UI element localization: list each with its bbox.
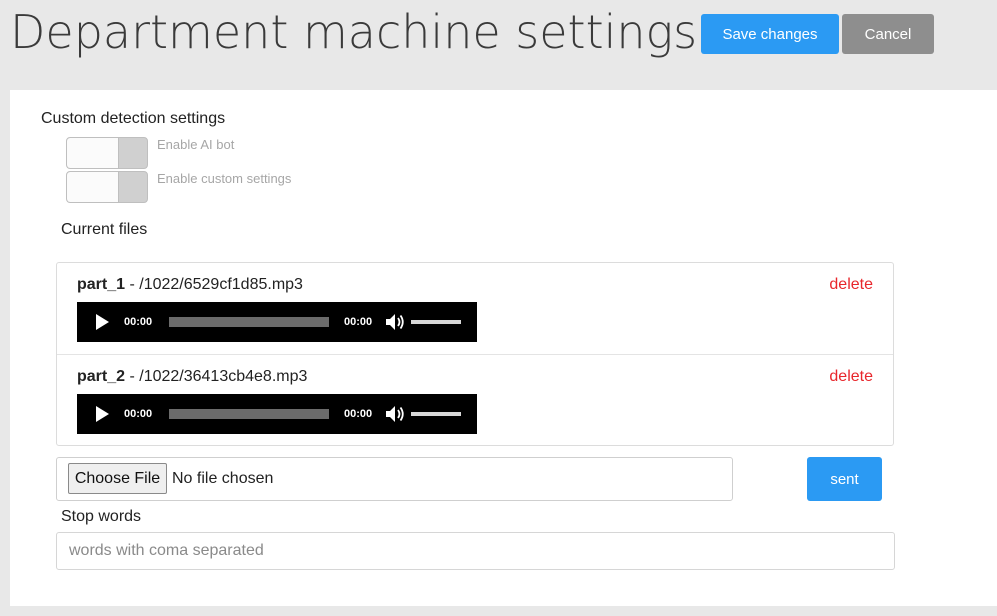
- play-icon[interactable]: [96, 406, 109, 422]
- file-status: No file chosen: [172, 470, 274, 487]
- play-icon[interactable]: [96, 314, 109, 330]
- file-label: part_1 - /1022/6529cf1d85.mp3: [77, 276, 303, 294]
- volume-slider[interactable]: [411, 320, 461, 324]
- file-name: part_2: [77, 368, 126, 385]
- volume-icon[interactable]: [385, 405, 405, 423]
- custom-settings-toggle-label: Enable custom settings: [157, 171, 292, 186]
- file-name: part_1: [77, 276, 126, 293]
- duration: 00:00: [344, 316, 373, 328]
- custom-settings-toggle[interactable]: [66, 171, 148, 203]
- page-title: Department machine settings: [10, 5, 698, 59]
- seek-bar[interactable]: [169, 409, 329, 419]
- ai-bot-toggle-label: Enable AI bot: [157, 137, 235, 152]
- file-item: part_1 - /1022/6529cf1d85.mp3 delete 00:…: [57, 263, 893, 355]
- current-time: 00:00: [124, 408, 153, 420]
- ai-bot-toggle[interactable]: [66, 137, 148, 169]
- choose-file-button[interactable]: Choose File: [68, 463, 167, 494]
- audio-player: 00:00 00:00: [77, 302, 477, 342]
- file-path: - /1022/36413cb4e8.mp3: [125, 368, 308, 385]
- toggle-knob: [67, 172, 119, 202]
- stop-words-input[interactable]: [56, 532, 895, 570]
- cancel-button[interactable]: Cancel: [842, 14, 934, 54]
- current-files-title: Current files: [61, 221, 148, 238]
- toggle-knob: [67, 138, 119, 168]
- file-label: part_2 - /1022/36413cb4e8.mp3: [77, 368, 307, 386]
- save-changes-button[interactable]: Save changes: [701, 14, 839, 54]
- file-upload-field: Choose File No file chosen: [56, 457, 733, 501]
- duration: 00:00: [344, 408, 373, 420]
- delete-link[interactable]: delete: [829, 368, 873, 386]
- seek-bar[interactable]: [169, 317, 329, 327]
- audio-player: 00:00 00:00: [77, 394, 477, 434]
- stop-words-label: Stop words: [61, 508, 142, 525]
- delete-link[interactable]: delete: [829, 276, 873, 294]
- volume-slider[interactable]: [411, 412, 461, 416]
- ai-bot-toggle-row: Enable AI bot: [66, 137, 234, 169]
- custom-settings-toggle-row: Enable custom settings: [66, 171, 291, 203]
- files-list: part_1 - /1022/6529cf1d85.mp3 delete 00:…: [56, 262, 894, 446]
- volume-icon[interactable]: [385, 313, 405, 331]
- file-path: - /1022/6529cf1d85.mp3: [125, 276, 303, 293]
- current-time: 00:00: [124, 316, 153, 328]
- settings-panel: Custom detection settings Enable AI bot …: [10, 90, 997, 606]
- sent-button[interactable]: sent: [807, 457, 882, 501]
- file-item: part_2 - /1022/36413cb4e8.mp3 delete 00:…: [57, 354, 893, 447]
- custom-detection-title: Custom detection settings: [41, 110, 226, 127]
